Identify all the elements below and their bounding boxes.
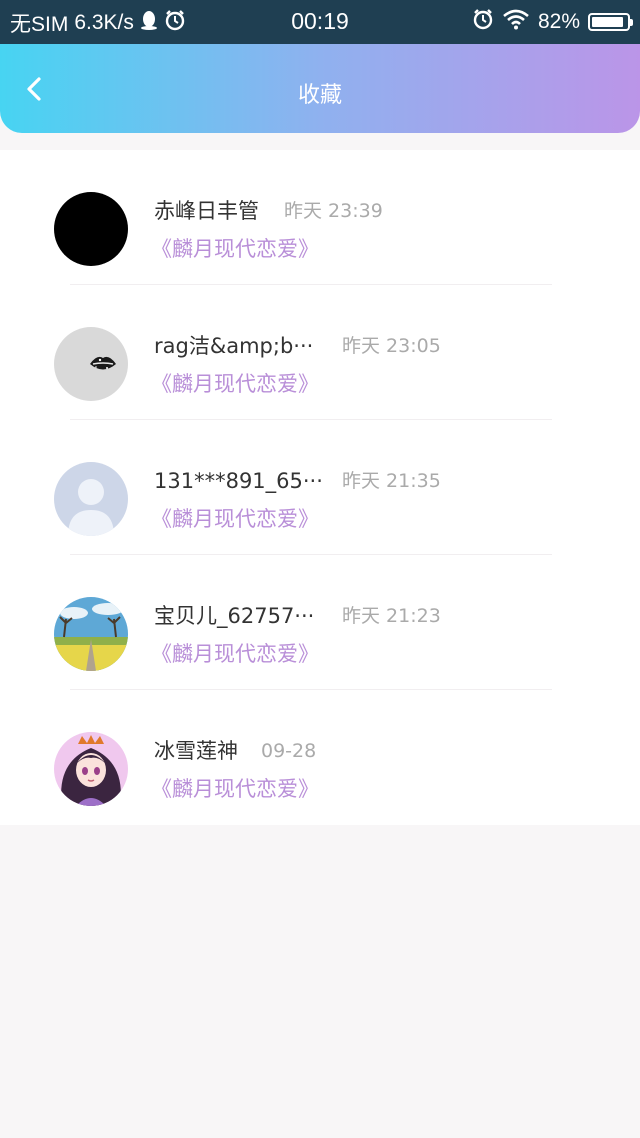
- user-avatar[interactable]: [54, 732, 128, 806]
- list-item[interactable]: 宝贝儿_62757··· 昨天 21:23 《麟月现代恋爱》: [0, 555, 640, 690]
- user-name: rag洁&amp;b···: [154, 334, 314, 358]
- list-item[interactable]: rag洁&amp;b··· 昨天 23:05 《麟月现代恋爱》: [0, 285, 640, 420]
- favorite-time: 昨天 21:35: [342, 470, 441, 492]
- list-item[interactable]: 131***891_65··· 昨天 21:35 《麟月现代恋爱》: [0, 420, 640, 555]
- user-name: 赤峰日丰管: [154, 199, 259, 223]
- user-avatar[interactable]: [54, 597, 128, 671]
- user-avatar[interactable]: [54, 327, 128, 401]
- wifi-icon: [502, 8, 530, 36]
- favorite-time: 昨天 23:39: [284, 200, 383, 222]
- battery-icon: [588, 13, 633, 31]
- user-name: 冰雪莲神: [154, 739, 238, 763]
- novel-title-link[interactable]: 《麟月现代恋爱》: [151, 506, 319, 532]
- header-bar: 收藏: [0, 44, 640, 133]
- novel-title-link[interactable]: 《麟月现代恋爱》: [151, 371, 319, 397]
- novel-title-link[interactable]: 《麟月现代恋爱》: [151, 641, 319, 667]
- favorite-time: 昨天 23:05: [342, 335, 441, 357]
- favorites-list: 赤峰日丰管 昨天 23:39 《麟月现代恋爱》 rag洁&amp;b··· 昨天…: [0, 150, 640, 825]
- user-avatar[interactable]: [54, 462, 128, 536]
- alarm-icon: [472, 8, 494, 36]
- list-item[interactable]: 冰雪莲神 09-28 《麟月现代恋爱》: [0, 690, 640, 825]
- battery-percent: 82%: [537, 10, 580, 33]
- status-bar: 无SIM 6.3K/s 00:19 82%: [0, 0, 640, 44]
- page-title: 收藏: [297, 83, 342, 108]
- user-name: 131***891_65···: [154, 469, 323, 493]
- favorite-time: 昨天 21:23: [342, 605, 441, 627]
- list-item[interactable]: 赤峰日丰管 昨天 23:39 《麟月现代恋爱》: [0, 150, 640, 285]
- user-name: 宝贝儿_62757···: [154, 604, 315, 628]
- favorite-time: 09-28: [261, 740, 317, 762]
- novel-title-link[interactable]: 《麟月现代恋爱》: [151, 236, 319, 262]
- novel-title-link[interactable]: 《麟月现代恋爱》: [151, 776, 319, 802]
- user-avatar[interactable]: [54, 192, 128, 266]
